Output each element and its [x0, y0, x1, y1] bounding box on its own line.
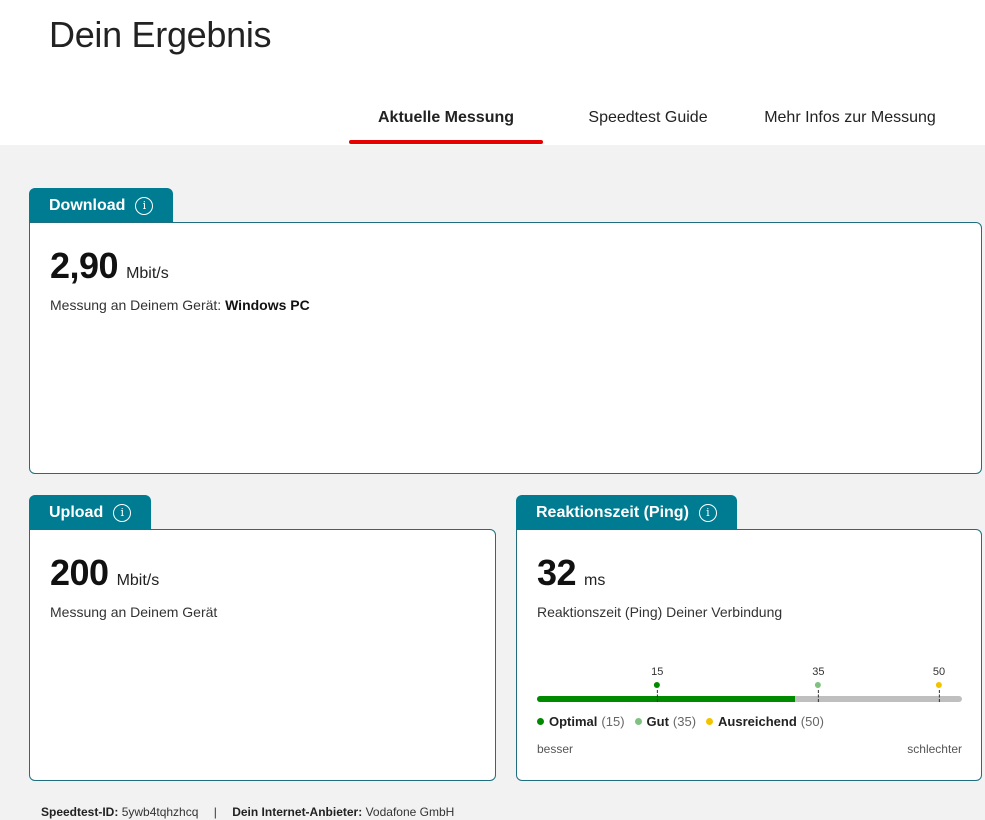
worse-label: schlechter — [907, 742, 962, 756]
provider-value: Vodafone GmbH — [365, 805, 455, 819]
download-sub-prefix: Messung an Deinem Gerät: — [50, 297, 222, 313]
tick-line — [938, 690, 940, 702]
upload-value: 200 — [50, 552, 109, 593]
ping-unit: ms — [584, 572, 606, 589]
tick-dot — [815, 682, 822, 688]
ping-bar-fill — [537, 696, 795, 702]
tick-label: 35 — [812, 666, 825, 678]
ping-tick-15: 15 — [651, 666, 663, 702]
download-value: 2,90 — [50, 245, 119, 286]
legend-value: (50) — [800, 714, 824, 729]
better-label: besser — [537, 742, 574, 756]
upload-value-row: 200 Mbit/s — [50, 552, 159, 594]
ping-value: 32 — [537, 552, 577, 593]
legend-value: (15) — [601, 714, 625, 729]
page-title: Dein Ergebnis — [49, 14, 272, 55]
speedtest-id-label: Speedtest-ID: — [41, 805, 119, 819]
upload-tab-label: Upload — [49, 503, 104, 521]
tab-aktuelle-messung[interactable]: Aktuelle Messung — [349, 98, 543, 145]
download-value-row: 2,90 Mbit/s — [50, 245, 169, 287]
legend-name: Optimal — [549, 714, 598, 729]
ping-tab-label: Reaktionszeit (Ping) — [536, 503, 689, 521]
upload-unit: Mbit/s — [116, 572, 160, 589]
info-icon[interactable]: i — [698, 503, 717, 522]
legend-value: (35) — [672, 714, 697, 729]
footer-info: Speedtest-ID: 5ywb4tqhzhcq | Dein Intern… — [41, 805, 454, 819]
download-tab-label: Download — [49, 196, 126, 214]
legend-name: Gut — [646, 714, 669, 729]
ping-value-row: 32 ms — [537, 552, 605, 594]
tick-dot — [654, 682, 661, 688]
legend-dot — [706, 718, 714, 725]
upload-card: 200 Mbit/s Messung an Deinem Gerät — [29, 529, 496, 781]
info-icon[interactable]: i — [113, 503, 132, 522]
ping-sub: Reaktionszeit (Ping) Deiner Verbindung — [537, 604, 783, 620]
page-header: Dein Ergebnis Aktuelle Messung Speedtest… — [0, 0, 985, 145]
provider-label: Dein Internet-Anbieter: — [232, 805, 363, 819]
legend-name: Ausreichend — [718, 714, 797, 729]
legend-dot — [634, 718, 642, 725]
tab-bar: Aktuelle Messung Speedtest Guide Mehr In… — [0, 98, 985, 145]
download-device: Windows PC — [225, 297, 310, 313]
legend-dot — [537, 718, 544, 725]
ping-card: 32 ms Reaktionszeit (Ping) Deiner Verbin… — [516, 529, 982, 781]
tick-label: 50 — [932, 666, 946, 678]
tab-speedtest-guide[interactable]: Speedtest Guide — [568, 98, 728, 145]
download-sub: Messung an Deinem Gerät: Windows PC — [50, 297, 310, 313]
tick-line — [656, 690, 658, 702]
ping-card-tab: Reaktionszeit (Ping) i — [516, 495, 737, 530]
tab-mehr-infos[interactable]: Mehr Infos zur Messung — [752, 98, 948, 145]
legend-item-ausreichend: Ausreichend (50) — [706, 714, 824, 729]
download-unit: Mbit/s — [126, 265, 169, 282]
upload-sub: Messung an Deinem Gerät — [50, 604, 218, 620]
legend-item-gut: Gut (35) — [634, 714, 697, 729]
ping-tick-50: 50 — [933, 666, 945, 702]
ping-tick-35: 35 — [812, 666, 824, 702]
download-card-tab: Download i — [29, 188, 174, 223]
tick-label: 15 — [651, 666, 664, 678]
legend-item-optimal: Optimal (15) — [537, 714, 625, 729]
upload-card-tab: Upload i — [29, 495, 152, 530]
ping-scale: 15 35 50 Optimal (15) Gut (35) Ausreiche… — [537, 666, 962, 766]
footer-separator: | — [213, 805, 217, 819]
info-icon[interactable]: i — [135, 196, 154, 215]
ping-legend: Optimal (15) Gut (35) Ausreichend (50) — [537, 714, 824, 729]
tick-dot — [936, 682, 943, 688]
download-card: 2,90 Mbit/s Messung an Deinem Gerät: Win… — [29, 222, 982, 474]
tick-line — [817, 690, 819, 702]
speedtest-id-value: 5ywb4tqhzhcq — [121, 805, 199, 819]
